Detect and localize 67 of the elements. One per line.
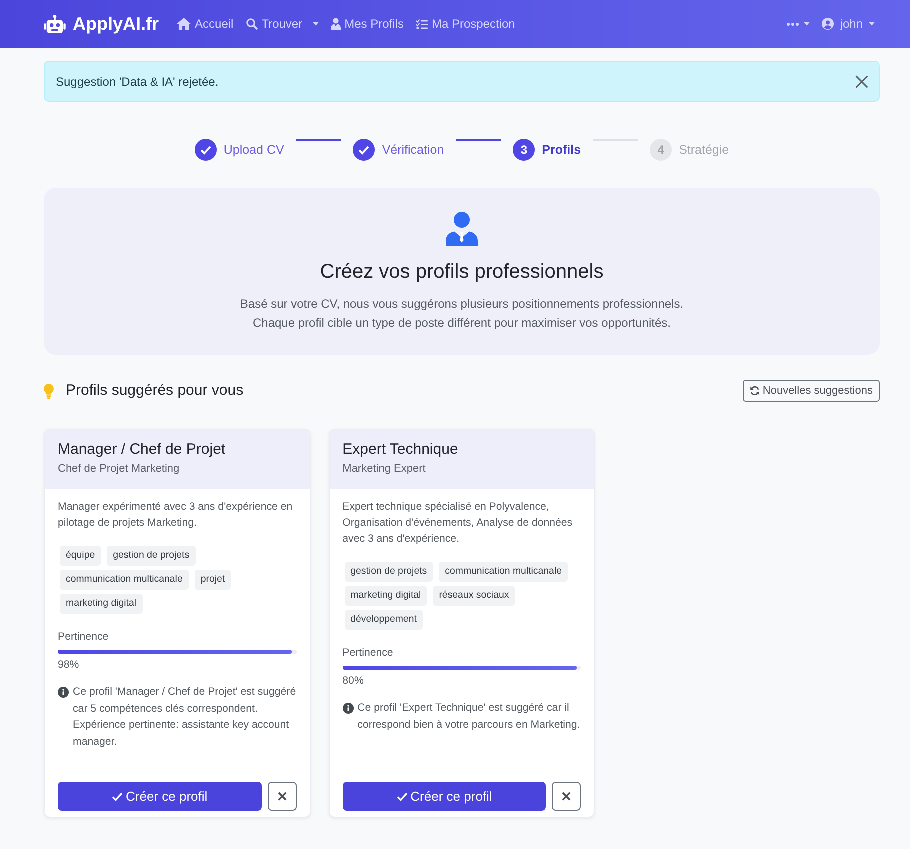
nav-link[interactable]: Trouver	[246, 15, 319, 33]
checklist-icon	[416, 18, 428, 30]
step-label: Stratégie	[679, 142, 730, 159]
dismiss-button[interactable]	[268, 782, 297, 811]
create-profile-button[interactable]: Créer ce profil	[342, 782, 546, 811]
relevance-value: 80%	[342, 674, 365, 689]
businessman-icon	[446, 212, 478, 246]
nav-link[interactable]: Accueil	[177, 15, 234, 33]
skill-tag: communication multicanale	[439, 562, 568, 582]
user-avatar-icon	[822, 18, 834, 30]
brand-name[interactable]: ApplyAI.fr	[73, 10, 160, 38]
caret-icon	[869, 22, 875, 26]
skill-tag: marketing digital	[344, 586, 428, 606]
skill-tag: marketing digital	[60, 594, 143, 614]
profile-title: Expert Technique	[342, 440, 460, 460]
dismiss-button[interactable]	[552, 782, 582, 811]
skill-tag: communication multicanale	[60, 570, 189, 590]
close-icon	[278, 792, 287, 801]
step-connector	[456, 139, 502, 140]
check-icon	[112, 792, 123, 802]
profile-description: Manager expérimenté avec 3 ans d'expérience en pilotage de projets Marketing.	[58, 500, 294, 531]
check-icon	[396, 792, 408, 802]
robot-icon	[44, 14, 66, 34]
profile-title: Manager / Chef de Projet	[58, 440, 227, 460]
nav-link[interactable]: Ma Prospection	[416, 15, 516, 33]
relevance-value: 98%	[58, 658, 80, 673]
home-icon	[177, 18, 192, 30]
profile-description: Expert technique spécialisé en Polyvalence, Organisation d'événements, Analyse de données avec 3 ans d'expérience.	[342, 500, 574, 547]
close-icon	[855, 74, 869, 88]
step-number: 4	[650, 139, 672, 161]
hero-title: Créez vos profils professionnels	[320, 260, 604, 285]
caret-icon	[804, 22, 810, 26]
refresh-icon	[750, 386, 760, 396]
step-number: 3	[513, 139, 536, 161]
nav-link[interactable]: Mes Profils	[330, 15, 404, 33]
refresh-button[interactable]: Nouvelles suggestions	[742, 380, 880, 402]
close-icon	[562, 792, 572, 801]
profile-subtitle: Marketing Expert	[342, 462, 427, 477]
skill-tag: équipe	[60, 546, 102, 566]
suggestion-reason: Ce profil 'Manager / Chef de Projet' est suggéré car 5 compétences clés correspondent. Expérience pertinente: assistante key account manager.	[73, 685, 297, 750]
info-icon	[342, 703, 354, 714]
person-icon	[330, 18, 341, 30]
step-label: Upload CV	[224, 142, 284, 159]
more-menu-button[interactable]	[787, 22, 810, 26]
info-icon	[58, 687, 69, 698]
search-icon	[246, 18, 258, 30]
more-icon	[787, 22, 800, 26]
step-label: Profils	[542, 142, 582, 159]
alert-message: Suggestion 'Data & IA' rejetée.	[56, 74, 219, 90]
user-menu[interactable]: john	[822, 15, 875, 33]
relevance-label: Pertinence	[342, 646, 394, 661]
section-title: Profils suggérés pour vous	[66, 380, 244, 401]
create-profile-button[interactable]: Créer ce profil	[58, 782, 262, 811]
skill-tag: développement	[344, 610, 423, 630]
suggestion-reason: Ce profil 'Expert Technique' est suggéré car il correspond bien à votre parcours en Marketing.	[358, 701, 582, 732]
hero-text: Chaque profil cible un type de poste différent pour maximiser vos opportunités.	[252, 315, 671, 332]
relevance-label: Pertinence	[58, 630, 110, 645]
skill-tag: gestion de projets	[107, 546, 196, 566]
step-label: Vérification	[382, 142, 444, 159]
skill-tag: gestion de projets	[344, 562, 434, 582]
profile-subtitle: Chef de Projet Marketing	[58, 462, 181, 477]
skill-tag: réseaux sociaux	[433, 586, 516, 606]
hero-text: Basé sur votre CV, nous vous suggérons plusieurs positionnements professionnels.	[240, 296, 684, 313]
skill-tag: projet	[194, 570, 232, 590]
lightbulb-icon	[44, 384, 54, 398]
step-connector	[296, 139, 342, 140]
close-button[interactable]	[855, 74, 869, 88]
